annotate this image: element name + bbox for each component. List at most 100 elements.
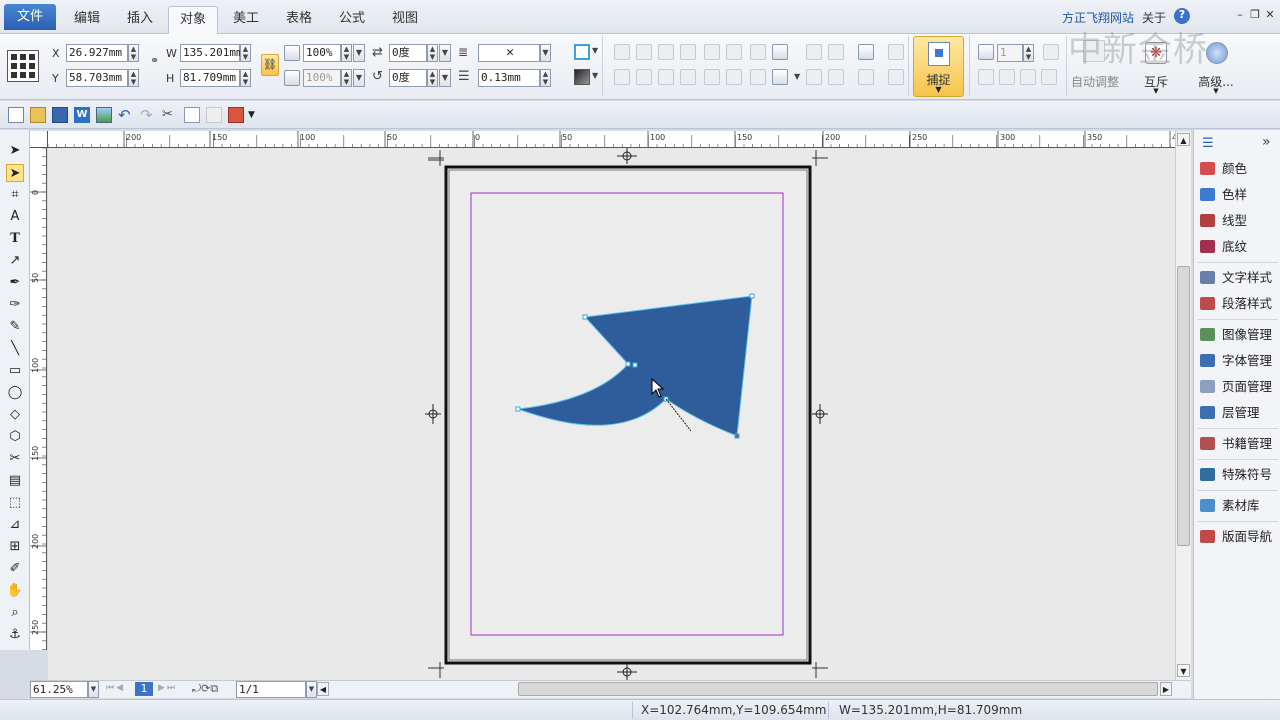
align-page-icon[interactable] <box>772 44 788 60</box>
line-end-select[interactable]: ✕ <box>478 44 540 62</box>
scroll-left-icon[interactable]: ◀ <box>317 682 329 696</box>
col-layout-4-icon[interactable] <box>1041 69 1057 85</box>
scroll-right-icon[interactable]: ▶ <box>1160 682 1172 696</box>
panel-item-swatch[interactable]: 色样 <box>1200 185 1247 205</box>
new-file-icon[interactable] <box>8 107 24 123</box>
panel-item-line-style[interactable]: 线型 <box>1200 211 1247 231</box>
tab-art[interactable]: 美工 <box>221 6 271 34</box>
w-field[interactable]: 135.201mm <box>180 44 243 62</box>
page-count-field[interactable]: 1 <box>997 44 1023 62</box>
panel-item-special-symbol[interactable]: 特殊符号 <box>1200 465 1272 485</box>
crop-tool-icon[interactable]: ⌗ <box>6 186 24 204</box>
align-left-icon[interactable] <box>614 44 630 60</box>
pen-tool-icon[interactable]: ✒ <box>6 274 24 292</box>
col-layout-3-icon[interactable] <box>1020 69 1036 85</box>
v-scale-spinner[interactable]: ▲ ▼ <box>341 69 352 87</box>
panel-item-paragraph-style[interactable]: 段落样式 <box>1200 294 1272 314</box>
vertical-ruler[interactable]: 0 50 100 150 200 250 <box>30 148 47 650</box>
scissors-tool-icon[interactable]: ✂ <box>6 450 24 468</box>
word-export-icon[interactable]: W <box>74 107 90 123</box>
stack-back-icon[interactable] <box>828 69 844 85</box>
h-spinner[interactable]: ▲ ▼ <box>240 69 251 87</box>
customize-qat-icon[interactable]: ▼ <box>248 107 264 123</box>
distribute-spacing-h-icon[interactable] <box>704 69 720 85</box>
h-scale-spinner[interactable]: ▲ ▼ <box>341 44 352 62</box>
align-mid-icon[interactable] <box>658 69 674 85</box>
fill-color-icon[interactable] <box>574 69 590 85</box>
page-tools-icon[interactable]: ⤾⟳⧉ <box>192 682 218 696</box>
about-link[interactable]: 关于 <box>1142 9 1166 26</box>
save-icon[interactable] <box>52 107 68 123</box>
line-weight-field[interactable]: 0.13mm <box>478 69 540 87</box>
panel-item-layer-manager[interactable]: 层管理 <box>1200 403 1260 423</box>
next-last-page-icon[interactable]: ▶⏭ <box>158 683 177 693</box>
pen-add-tool-icon[interactable]: ✑ <box>6 296 24 314</box>
copy-icon[interactable] <box>184 107 200 123</box>
fill-color-dropdown[interactable]: ▼ <box>592 71 598 80</box>
panel-item-font-manager[interactable]: 字体管理 <box>1200 351 1272 371</box>
y-field[interactable]: 58.703mm <box>66 69 128 87</box>
link-tool-icon[interactable]: ↗ <box>6 252 24 270</box>
align-bot2-icon[interactable] <box>680 69 696 85</box>
panel-item-text-style[interactable]: 文字样式 <box>1200 268 1272 288</box>
scroll-up-icon[interactable]: ▲ <box>1177 133 1190 146</box>
shear-spinner[interactable]: ▲ ▼ <box>427 44 438 62</box>
lock-icon[interactable] <box>858 44 874 60</box>
zoom-tool-icon[interactable]: ⌕ <box>6 604 24 622</box>
auto-adjust-button[interactable]: 自动调整 <box>1066 73 1124 90</box>
anchor-tool-icon[interactable]: ⚓ <box>6 626 24 644</box>
x-spinner[interactable]: ▲ ▼ <box>128 44 139 62</box>
eyedropper-tool-icon[interactable]: ✐ <box>6 560 24 578</box>
open-folder-icon[interactable] <box>30 107 46 123</box>
v-scale-dropdown[interactable]: ▼ <box>353 69 365 87</box>
restore-icon[interactable]: ❐ <box>1248 8 1262 22</box>
ungroup-icon[interactable] <box>828 44 844 60</box>
tab-formula[interactable]: 公式 <box>327 6 377 34</box>
effect-icon[interactable] <box>888 69 904 85</box>
distribute-center-icon[interactable] <box>750 69 766 85</box>
rotate-dropdown[interactable]: ▼ <box>439 69 451 87</box>
pencil-tool-icon[interactable]: ✎ <box>6 318 24 336</box>
selection-tool-icon[interactable]: ➤ <box>6 142 24 160</box>
panel-collapse-icon[interactable]: » <box>1262 134 1271 150</box>
redo-icon[interactable]: ↷ <box>140 107 156 123</box>
align-top2-icon[interactable] <box>636 69 652 85</box>
columns-icon[interactable] <box>978 44 994 60</box>
panel-item-image-manager[interactable]: 图像管理 <box>1200 325 1272 345</box>
tab-edit[interactable]: 编辑 <box>62 6 112 34</box>
polygon-tool-icon[interactable]: ⬡ <box>6 428 24 446</box>
image-icon[interactable] <box>96 107 112 123</box>
scroll-down-icon[interactable]: ▼ <box>1177 664 1190 677</box>
w-spinner[interactable]: ▲ ▼ <box>240 44 251 62</box>
snap-button[interactable]: 捕捉 ▼ <box>913 36 964 97</box>
rotate-field[interactable]: 0度 <box>389 69 427 87</box>
direct-selection-tool-icon[interactable]: ➤ <box>6 164 24 182</box>
horizontal-ruler[interactable]: 2001501005005010015020025030035040 <box>48 131 1175 148</box>
align-selection-icon[interactable] <box>772 69 788 85</box>
h-scale-dropdown[interactable]: ▼ <box>353 44 365 62</box>
align-top-icon[interactable] <box>636 44 652 60</box>
panel-item-book-manager[interactable]: 书籍管理 <box>1200 434 1272 454</box>
first-prev-page-icon[interactable]: ⏮◀ <box>106 683 125 693</box>
diamond-tool-icon[interactable]: ◇ <box>6 406 24 424</box>
h-scale-field[interactable]: 100% <box>303 44 341 62</box>
rotate-spinner[interactable]: ▲ ▼ <box>427 69 438 87</box>
col-layout-2-icon[interactable] <box>999 69 1015 85</box>
zoom-field[interactable]: 61.25% <box>30 681 88 698</box>
distribute-v-icon[interactable] <box>726 44 742 60</box>
panel-list-icon[interactable]: ☰ <box>1202 136 1214 151</box>
stroke-color-icon[interactable] <box>574 44 590 60</box>
group-icon[interactable] <box>806 44 822 60</box>
adjust-arrow-icon[interactable] <box>1043 44 1059 60</box>
close-icon[interactable]: ✕ <box>1263 8 1277 22</box>
mutex-dropdown-icon[interactable]: ▼ <box>1132 87 1180 95</box>
tab-file[interactable]: 文件 <box>4 4 56 30</box>
undo-icon[interactable]: ↶ <box>118 107 134 123</box>
path-text-tool-icon[interactable]: A <box>6 208 24 226</box>
stroke-color-dropdown[interactable]: ▼ <box>592 46 598 55</box>
distribute-h-icon[interactable] <box>704 44 720 60</box>
horizontal-scroll-thumb[interactable] <box>518 682 1158 696</box>
rectangle-tool-icon[interactable]: ▭ <box>6 362 24 380</box>
table-draw-tool-icon[interactable]: ⊿ <box>6 516 24 534</box>
pdf-export-icon[interactable] <box>228 107 244 123</box>
